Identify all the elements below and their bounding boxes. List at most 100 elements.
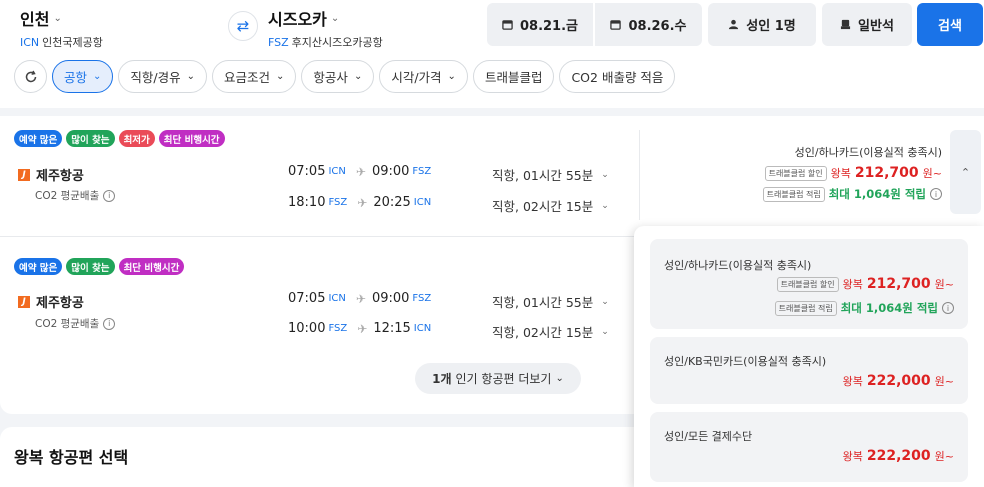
tag: 최단 비행시간: [118, 258, 185, 275]
round-trip-label: 왕복: [830, 167, 851, 180]
divider: [639, 130, 640, 220]
inbound-leg: 18:10 FSZ ✈ 20:25 ICN: [288, 195, 431, 210]
option-label: 성인/KB국민카드(이용실적 충족시): [664, 355, 827, 368]
airline-name: 제주항공: [36, 296, 84, 311]
airline-name: 제주항공: [36, 169, 84, 184]
flight-tags: 예약 많은 많이 찾는 최저가 최단 비행시간: [14, 130, 225, 147]
filter-airport[interactable]: 공항 ⌄: [52, 60, 114, 93]
swap-icon: ⇄: [236, 17, 250, 35]
plane-icon: ✈: [357, 321, 368, 336]
arr-time: 09:00: [371, 291, 410, 306]
co2-info: CO2 평균배출 i: [35, 316, 116, 331]
tag: 최단 비행시간: [158, 130, 225, 147]
collapse-price-button[interactable]: ⌃: [950, 130, 981, 214]
filter-time-price[interactable]: 시각/가격 ⌄: [379, 60, 468, 93]
discount-badge: 트래블클럽 할인: [764, 165, 827, 181]
depart-date: 08.21.금: [519, 19, 579, 34]
co2-label: CO2 평균배출: [35, 190, 100, 202]
seat-class-button[interactable]: 일반석: [822, 3, 912, 46]
price-option[interactable]: 성인/모든 결제수단 왕복 222,200 원~: [650, 412, 968, 482]
origin-selector[interactable]: 인천 ⌄ ICN 인천국제공항: [20, 6, 103, 50]
price-suffix: 원~: [934, 375, 954, 388]
earn-amount: 최대 1,064원 적립: [828, 187, 926, 201]
price-amount: 212,700: [866, 276, 931, 292]
airline: J 제주항공: [18, 292, 84, 311]
duration-text: 직항, 02시간 15분: [492, 199, 594, 214]
filter-label: 항공사: [313, 70, 348, 85]
tag: 최저가: [118, 130, 155, 147]
price-amount: 212,700: [854, 165, 919, 181]
inbound-duration[interactable]: 직항, 02시간 15분 ⌄: [492, 322, 609, 341]
price-option[interactable]: 성인/KB국민카드(이용실적 충족시) 왕복 222,000 원~: [650, 337, 968, 404]
chevron-down-icon: ⌄: [601, 296, 609, 307]
filter-travel-club[interactable]: 트래블클럽: [472, 60, 555, 93]
return-date-button[interactable]: 08.26.수: [595, 3, 702, 46]
chevron-down-icon: ⌄: [447, 71, 456, 82]
calendar-icon: [502, 20, 513, 30]
price-options-panel: 성인/하나카드(이용실적 충족시) 트래블클럽 할인 왕복 212,700 원~ …: [634, 226, 984, 487]
option-label: 성인/모든 결제수단: [664, 430, 753, 443]
passenger-button[interactable]: 성인 1명: [708, 3, 816, 46]
refresh-button[interactable]: [14, 60, 47, 93]
return-date: 08.26.수: [628, 19, 687, 34]
swap-route-button[interactable]: ⇄: [228, 11, 258, 41]
origin-airport: 인천국제공항: [42, 36, 103, 49]
chevron-down-icon: ⌄: [601, 326, 609, 337]
search-button[interactable]: 검색: [917, 3, 983, 46]
filter-bar: 공항 ⌄ 직항/경유 ⌄ 요금조건 ⌄ 항공사 ⌄ 시각/가격 ⌄ 트래블클럽 CO2 배…: [14, 60, 676, 93]
chevron-up-icon: ⌃: [960, 165, 971, 179]
duration-text: 직항, 01시간 55분: [492, 295, 594, 310]
arr-time: 20:25: [373, 195, 411, 210]
filter-low-co2[interactable]: CO2 배출량 적음: [559, 60, 676, 93]
filter-label: 시각/가격: [391, 70, 442, 85]
filter-fare-condition[interactable]: 요금조건 ⌄: [212, 60, 297, 93]
filter-label: 트래블클럽: [484, 70, 543, 85]
filter-label: 공항: [64, 70, 88, 85]
destination-city: 시즈오카: [268, 10, 327, 29]
filter-airline[interactable]: 항공사 ⌄: [301, 60, 375, 93]
seat-class: 일반석: [858, 19, 894, 34]
arr-code: FSZ: [412, 166, 432, 177]
seat-icon: [840, 19, 851, 30]
dep-time: 18:10: [288, 195, 326, 210]
more-count: 1개: [432, 372, 452, 386]
filter-label: 직항/경유: [130, 70, 181, 85]
outbound-leg: 07:05 ICN ✈ 09:00 FSZ: [288, 291, 431, 306]
tag: 많이 찾는: [66, 130, 115, 147]
dep-time: 07:05: [288, 291, 326, 306]
duration-text: 직항, 01시간 55분: [492, 168, 594, 183]
info-icon[interactable]: i: [930, 188, 942, 200]
outbound-duration[interactable]: 직항, 01시간 55분 ⌄: [492, 292, 609, 311]
price-amount: 222,200: [866, 448, 931, 464]
person-icon: [729, 19, 739, 30]
plane-icon: ✈: [355, 164, 366, 179]
earn-badge: 트래블클럽 적립: [762, 186, 825, 202]
more-flights-button[interactable]: 1개 인기 항공편 더보기 ⌄: [415, 363, 581, 394]
filter-direct-transfer[interactable]: 직항/경유 ⌄: [118, 60, 208, 93]
filter-label: 요금조건: [224, 70, 271, 85]
earn-amount: 최대 1,064원 적립: [840, 301, 938, 315]
tag: 많이 찾는: [66, 258, 115, 275]
info-icon[interactable]: i: [942, 302, 954, 314]
outbound-leg: 07:05 ICN ✈ 09:00 FSZ: [288, 164, 431, 179]
outbound-duration[interactable]: 직항, 01시간 55분 ⌄: [492, 165, 609, 184]
chevron-down-icon: ⌄: [601, 200, 609, 211]
flight-price[interactable]: 성인/하나카드(이용실적 충족시) 트래블클럽 할인 왕복 212,700 원~ …: [762, 144, 942, 202]
destination-selector[interactable]: 시즈오카 ⌄ FSZ 후지산시즈오카공항: [268, 6, 383, 50]
inbound-duration[interactable]: 직항, 02시간 15분 ⌄: [492, 196, 609, 215]
earn-badge: 트래블클럽 적립: [774, 300, 837, 316]
info-icon[interactable]: i: [103, 189, 116, 202]
destination-code: FSZ: [268, 36, 289, 49]
arr-time: 09:00: [371, 164, 410, 179]
chevron-down-icon: ⌄: [53, 12, 62, 24]
price-suffix: 원~: [934, 450, 954, 463]
plane-icon: ✈: [357, 195, 368, 210]
co2-label: CO2 평균배출: [35, 318, 100, 330]
chevron-down-icon: ⌄: [330, 12, 340, 24]
depart-date-button[interactable]: 08.21.금: [487, 3, 593, 46]
price-option[interactable]: 성인/하나카드(이용실적 충족시) 트래블클럽 할인 왕복 212,700 원~ …: [650, 239, 968, 329]
airline-logo-icon: J: [18, 295, 30, 308]
info-icon[interactable]: i: [103, 317, 116, 330]
price-suffix: 원~: [922, 167, 942, 180]
section-title: 왕복 항공편 선택: [14, 448, 129, 467]
